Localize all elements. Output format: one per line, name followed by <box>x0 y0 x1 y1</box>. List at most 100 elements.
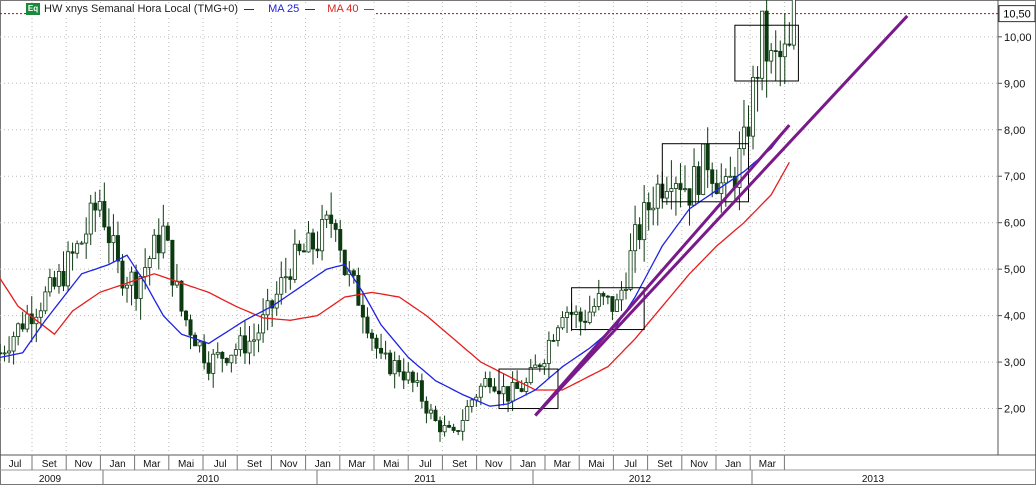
candle-body <box>329 214 334 224</box>
candle-body <box>297 243 302 252</box>
candle-body <box>292 243 297 280</box>
candle-body <box>769 50 774 62</box>
candle-body <box>624 288 629 291</box>
candle-body <box>546 339 551 364</box>
candle-body <box>229 354 234 364</box>
candle-body <box>383 352 388 355</box>
candle-body <box>392 360 397 375</box>
x-tick-label: Mar <box>348 459 366 470</box>
candle-body <box>682 188 687 191</box>
candle-body <box>256 332 261 341</box>
y-tick-label: 4,00 <box>1004 311 1025 323</box>
candle-body <box>696 166 701 195</box>
candle-body <box>791 0 796 46</box>
year-label: 2013 <box>862 474 885 485</box>
x-tick-label: Jul <box>419 459 432 470</box>
candle-body <box>583 320 588 323</box>
candle-body <box>678 183 683 190</box>
candle-body <box>220 351 225 359</box>
candle-body <box>238 335 243 351</box>
x-tick-label: Mai <box>588 459 604 470</box>
candle-body <box>610 296 615 312</box>
x-tick-label: Jan <box>110 459 126 470</box>
candle-body <box>574 311 579 315</box>
y-tick-label: 6,00 <box>1004 218 1025 230</box>
candle-body <box>206 362 211 374</box>
candle-body <box>515 382 520 389</box>
candle-body <box>215 351 220 355</box>
x-tick-label: Jan <box>520 459 536 470</box>
candle-body <box>433 409 438 422</box>
candle-body <box>628 250 633 290</box>
candle-body <box>460 420 465 432</box>
candle-body <box>11 336 16 352</box>
candle-body <box>428 409 433 414</box>
candle-body <box>143 267 148 277</box>
candle-body <box>351 270 356 276</box>
candle-body <box>125 284 130 289</box>
candle-body <box>710 169 715 184</box>
candle-body <box>283 276 288 279</box>
candle-body <box>356 275 361 306</box>
year-label: 2009 <box>39 474 62 485</box>
candle-body <box>102 201 107 228</box>
candle-body <box>419 380 424 402</box>
x-tick-label: Set <box>657 459 672 470</box>
candle-body <box>88 202 93 235</box>
candle-body <box>38 310 43 318</box>
candle-body <box>465 406 470 421</box>
candle-body <box>560 317 565 329</box>
y-tick-label: 5,00 <box>1004 264 1025 276</box>
candle-body <box>315 248 320 252</box>
x-tick-label: Set <box>452 459 467 470</box>
candle-body <box>7 350 12 354</box>
y-tick-label: 3,00 <box>1004 357 1025 369</box>
candle-body <box>751 76 756 137</box>
chart-legend: Eq HW xnys Semanal Hora Local (TMG+0) MA… <box>26 3 375 15</box>
candle-body <box>147 258 152 268</box>
candle-body <box>524 382 529 392</box>
candle-body <box>360 304 365 318</box>
candle-body <box>25 313 30 330</box>
candle-body <box>438 420 443 433</box>
candle-body <box>301 250 306 253</box>
year-label: 2010 <box>197 474 220 485</box>
candle-body <box>542 363 547 368</box>
candle-body <box>483 378 488 387</box>
y-tick-label: 8,00 <box>1004 125 1025 137</box>
candle-body <box>506 386 511 402</box>
candle-body <box>365 316 370 334</box>
candle-body <box>66 251 71 287</box>
candle-body <box>637 224 642 241</box>
candle-body <box>288 276 293 280</box>
candle-body <box>311 232 316 250</box>
candle-body <box>388 352 393 375</box>
candle-body <box>687 188 692 206</box>
candle-body <box>374 337 379 349</box>
candle-body <box>70 251 75 254</box>
candle-body <box>224 358 229 364</box>
y-tick-label: 9,00 <box>1004 78 1025 90</box>
candle-body <box>601 293 606 297</box>
candle-body <box>533 364 538 368</box>
candle-body <box>242 335 247 354</box>
candle-body <box>279 277 284 295</box>
candle-body <box>2 352 7 355</box>
candle-body <box>501 386 506 395</box>
legend-ma25: MA 25 <box>268 3 300 15</box>
x-tick-label: Jan <box>725 459 741 470</box>
candle-body <box>342 249 347 276</box>
candle-body <box>165 225 170 241</box>
candle-body <box>320 219 325 252</box>
candle-body <box>193 334 198 347</box>
candle-body <box>714 183 719 194</box>
candle-body <box>673 183 678 189</box>
candle-body <box>324 214 329 220</box>
x-tick-label: Nov <box>280 459 298 470</box>
candle-body <box>252 339 257 342</box>
candle-body <box>84 233 89 244</box>
candle-body <box>655 183 660 209</box>
x-tick-label: Nov <box>690 459 708 470</box>
candle-body <box>379 347 384 354</box>
candle-body <box>619 289 624 301</box>
